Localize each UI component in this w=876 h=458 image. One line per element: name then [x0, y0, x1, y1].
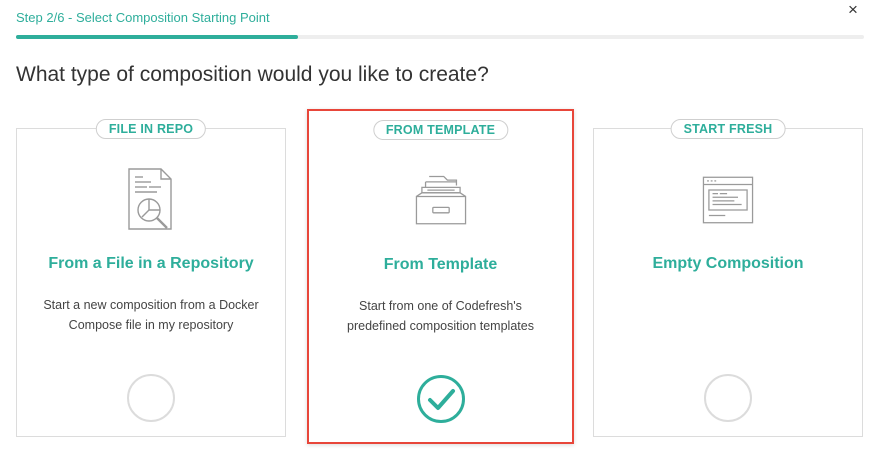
check-circle-icon[interactable] [416, 375, 465, 423]
card-title: From a File in a Repository [48, 255, 254, 272]
option-card-file-in-repo[interactable]: FILE IN REPO From a File in a Repository… [16, 119, 286, 437]
close-icon[interactable]: × [848, 0, 858, 20]
progress-bar-fill [16, 35, 299, 39]
option-card-start-fresh[interactable]: START FRESH Empty Composition [593, 119, 863, 437]
file-cabinet-icon [415, 175, 466, 225]
card-title: Empty Composition [652, 255, 804, 272]
card-description: Start from one of Codefresh's predefined… [347, 299, 534, 333]
file-search-icon [128, 168, 172, 230]
card-title: From Template [383, 256, 498, 273]
radio-unselected-icon[interactable] [127, 374, 175, 422]
card-tag: START FRESH [670, 119, 786, 139]
card-description: Start a new composition from a Docker Co… [43, 298, 259, 332]
card-tag: FROM TEMPLATE [372, 120, 509, 140]
card-tag: FILE IN REPO [95, 119, 207, 139]
step-title: Step 2/6 - Select Composition Starting P… [16, 10, 270, 25]
browser-window-icon [702, 176, 754, 224]
progress-bar [16, 35, 864, 39]
page-heading: What type of composition would you like … [16, 63, 489, 86]
option-card-from-template[interactable]: FROM TEMPLATE From Template Start from o… [307, 109, 574, 444]
radio-unselected-icon[interactable] [704, 374, 752, 422]
